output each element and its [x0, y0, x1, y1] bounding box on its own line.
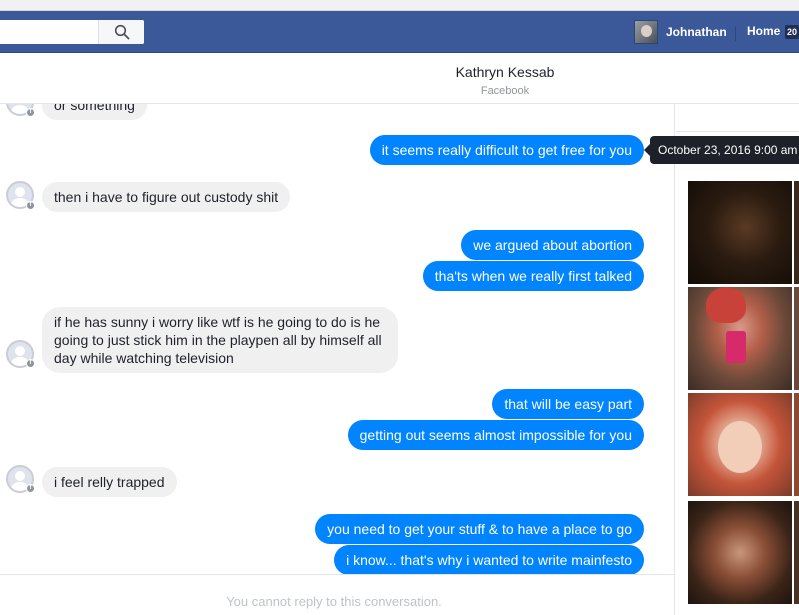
- shared-photo-edge: [794, 501, 799, 604]
- phone-shape: [726, 331, 746, 363]
- home-link[interactable]: Home: [747, 24, 780, 38]
- hair-shape: [706, 287, 746, 323]
- avatar: [634, 20, 658, 44]
- timestamp-tooltip: October 23, 2016 9:00 am: [644, 136, 799, 164]
- search-icon: [114, 24, 129, 40]
- shared-photo-edge: [794, 181, 799, 284]
- shared-photo-edge: [794, 287, 799, 390]
- outgoing-message[interactable]: it seems really difficult to get free fo…: [369, 135, 644, 165]
- profile-link[interactable]: Johnathan: [634, 20, 727, 44]
- incoming-message: i feel relly trapped: [42, 467, 177, 497]
- facebook-badge-icon: f: [26, 201, 35, 210]
- incoming-message: or something: [42, 104, 147, 120]
- search-box: [0, 20, 144, 44]
- shared-photo-edge: [794, 393, 799, 496]
- shared-photo-thumbnail[interactable]: [688, 501, 792, 604]
- outgoing-message[interactable]: that will be easy part: [492, 389, 644, 419]
- browser-chrome-edge: [0, 0, 799, 11]
- reply-disabled-notice: You cannot reply to this conversation.: [226, 594, 442, 609]
- reply-bar: You cannot reply to this conversation.: [0, 574, 675, 615]
- top-navigation-bar: Johnathan Home 20: [0, 11, 799, 53]
- conversation-subtitle: Facebook: [480, 85, 530, 97]
- shared-photo-thumbnail[interactable]: [688, 287, 792, 390]
- outgoing-message[interactable]: tha'ts when we really first talked: [422, 261, 644, 291]
- message-thread[interactable]: f or something it seems really difficult…: [0, 104, 675, 574]
- conversation-title[interactable]: Kathryn Kessab: [0, 64, 799, 80]
- conversation-header: Kathryn Kessab Facebook: [0, 54, 799, 104]
- face-shape: [718, 421, 762, 473]
- nav-divider: [735, 27, 736, 41]
- facebook-badge-icon: f: [26, 359, 35, 368]
- outgoing-message[interactable]: i know... that's why i wanted to write m…: [334, 545, 644, 574]
- search-input[interactable]: [0, 20, 98, 44]
- notification-badge: 20: [785, 25, 799, 39]
- outgoing-message[interactable]: you need to get your stuff & to have a p…: [315, 514, 644, 544]
- incoming-message: then i have to figure out custody shit: [42, 182, 291, 212]
- profile-name: Johnathan: [666, 25, 727, 39]
- outgoing-message[interactable]: we argued about abortion: [461, 230, 644, 260]
- incoming-message: if he has sunny i worry like wtf is he g…: [42, 307, 398, 373]
- panel-divider: [676, 131, 799, 132]
- outgoing-message[interactable]: getting out seems almost impossible for …: [347, 420, 644, 450]
- shared-photo-thumbnail[interactable]: [688, 181, 792, 284]
- facebook-badge-icon: f: [26, 484, 35, 493]
- search-button[interactable]: [98, 20, 144, 44]
- facebook-badge-icon: f: [26, 108, 35, 117]
- shared-photo-thumbnail[interactable]: [688, 393, 792, 496]
